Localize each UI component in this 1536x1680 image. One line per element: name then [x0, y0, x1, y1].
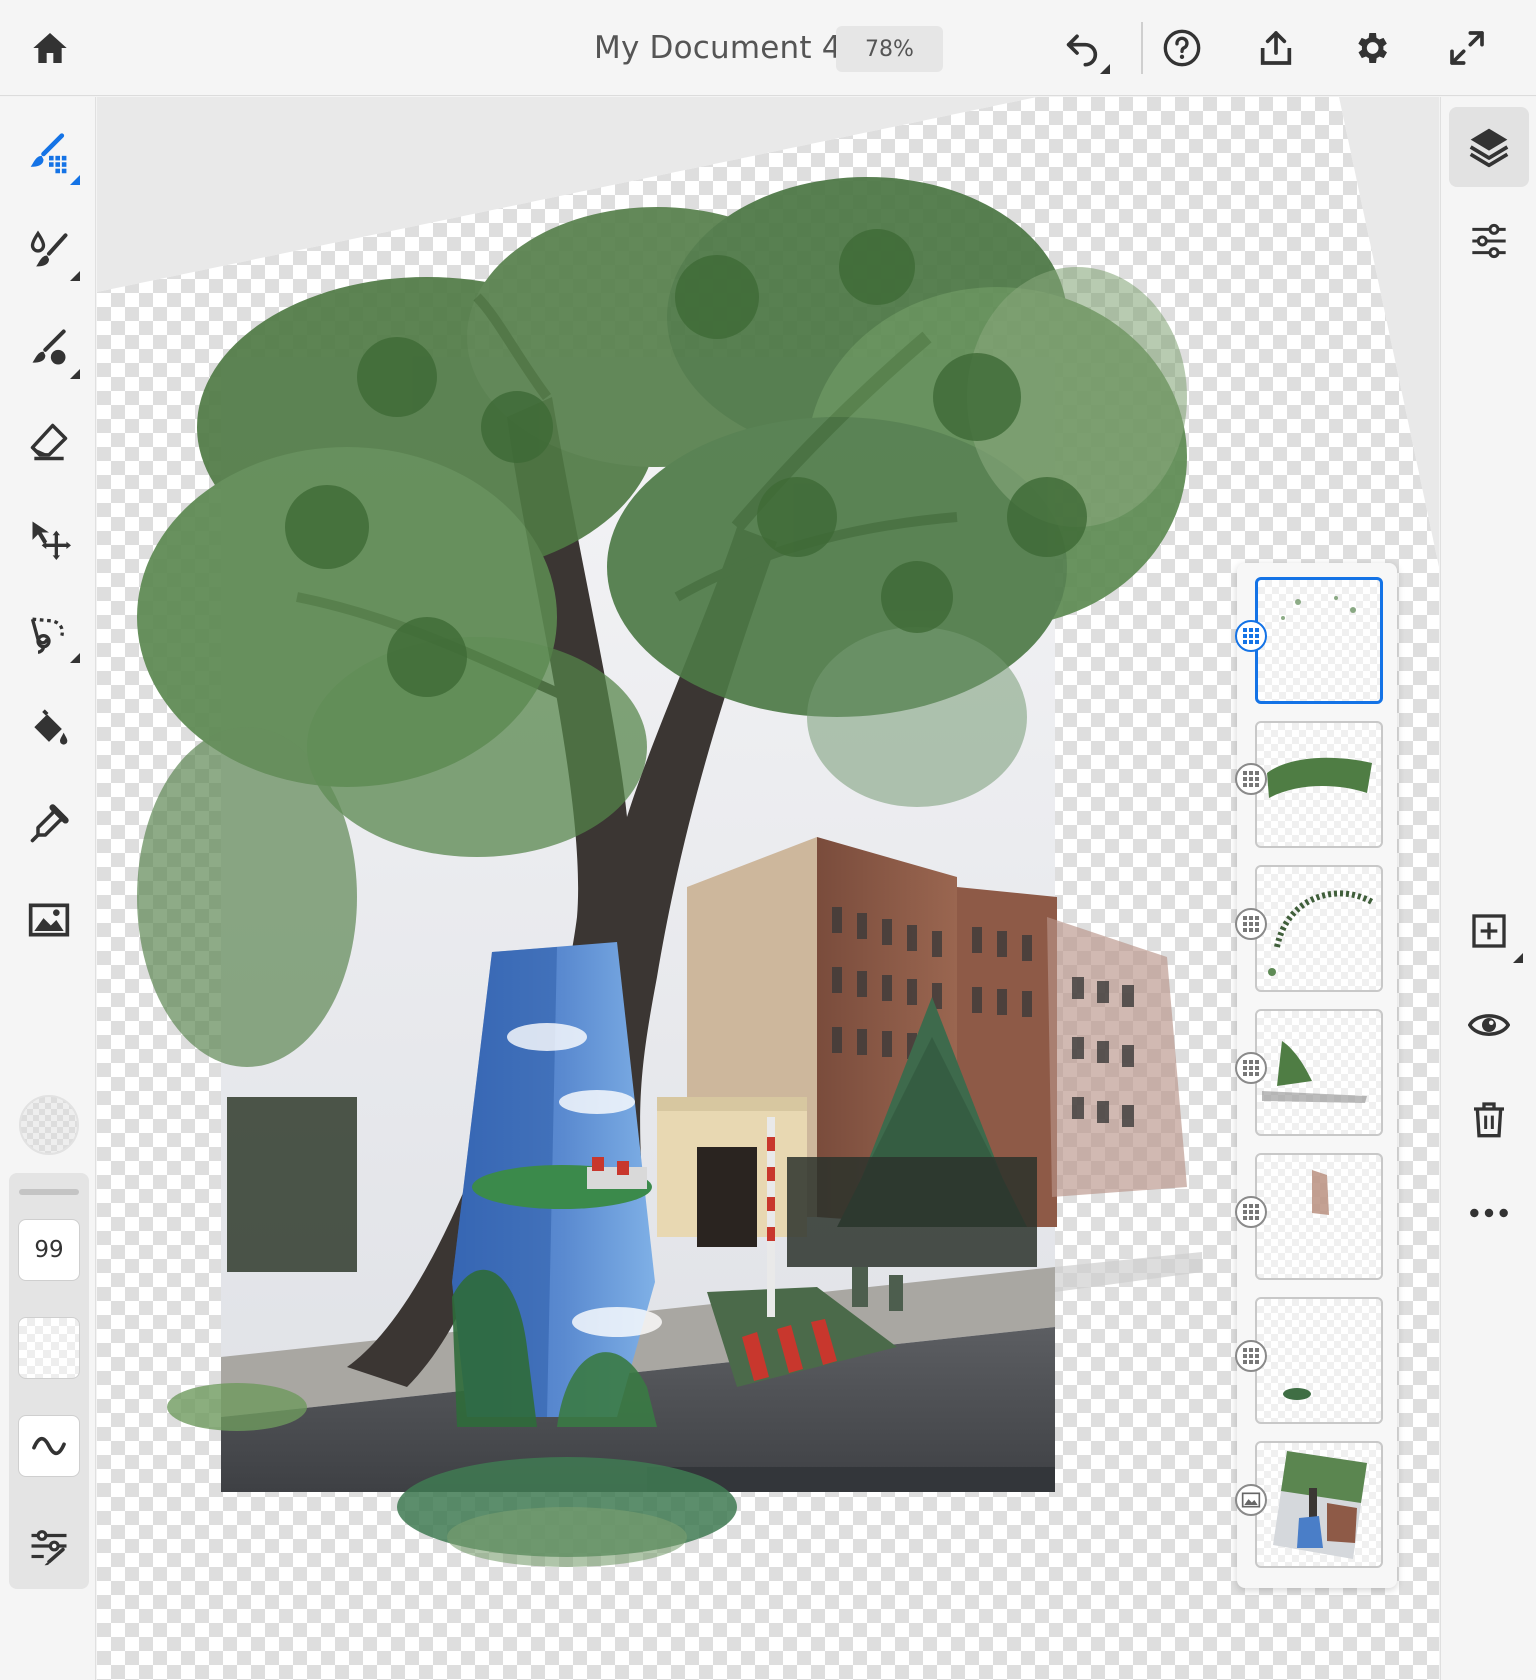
home-icon[interactable] [26, 24, 74, 72]
left-toolbar: 99 [0, 97, 96, 1680]
layer-thumbnail-2[interactable] [1255, 721, 1383, 848]
image-layer-icon [1235, 1484, 1267, 1516]
right-toolbar [1440, 97, 1536, 1680]
eyedropper-icon[interactable] [24, 799, 74, 849]
brush-settings-panel: 99 [9, 1173, 89, 1589]
undo-icon[interactable] [1058, 24, 1110, 74]
help-icon[interactable] [1158, 24, 1206, 72]
layer-thumbnail-3[interactable] [1255, 865, 1383, 992]
color-swatch[interactable] [19, 1095, 79, 1155]
vector-brush-icon[interactable] [24, 323, 80, 379]
pixel-layer-icon [1235, 908, 1267, 940]
fullscreen-icon[interactable] [1443, 24, 1491, 72]
eraser-icon[interactable] [24, 417, 74, 467]
layers-panel [1235, 563, 1397, 1588]
layer-thumbnail-7[interactable] [1255, 1441, 1383, 1568]
document-title[interactable]: My Document 4 [594, 30, 842, 66]
brush-size-value: 99 [34, 1237, 64, 1263]
share-icon[interactable] [1252, 24, 1300, 72]
layer-thumbnail-4[interactable] [1255, 1009, 1383, 1136]
pixel-layer-icon [1235, 763, 1267, 795]
panel-drag-handle[interactable] [19, 1189, 79, 1195]
layers-icon[interactable] [1449, 107, 1529, 187]
layer-thumbnail-1[interactable] [1255, 577, 1383, 704]
add-layer-more-indicator [1513, 953, 1523, 963]
visibility-icon[interactable] [1463, 999, 1515, 1051]
layer-thumbnail-5[interactable] [1255, 1153, 1383, 1280]
opacity-swatch[interactable] [18, 1317, 80, 1379]
layer-properties-icon[interactable] [1463, 215, 1515, 267]
top-bar: My Document 4 78% [0, 0, 1536, 96]
layer-thumbnail-6[interactable] [1255, 1297, 1383, 1424]
fill-icon[interactable] [24, 704, 74, 754]
delete-icon[interactable] [1463, 1093, 1515, 1145]
pixel-layer-icon [1235, 1340, 1267, 1372]
live-brush-icon[interactable] [24, 225, 80, 281]
settings-icon[interactable] [1347, 24, 1395, 72]
pixel-brush-icon[interactable] [24, 129, 80, 185]
smoothing-icon[interactable] [18, 1415, 80, 1477]
more-icon[interactable] [1463, 1187, 1515, 1239]
canvas-area[interactable] [97, 97, 1439, 1680]
pixel-layer-icon [1235, 620, 1267, 652]
pixel-layer-icon [1235, 1196, 1267, 1228]
brush-size-control[interactable]: 99 [18, 1219, 80, 1281]
image-icon[interactable] [24, 895, 74, 945]
toolbar-divider [1141, 22, 1143, 74]
zoom-level[interactable]: 78% [836, 26, 943, 72]
undo-more-indicator [1100, 64, 1110, 74]
brush-settings-icon[interactable] [24, 1521, 74, 1571]
add-layer-icon[interactable] [1463, 905, 1523, 963]
move-icon[interactable] [24, 513, 74, 563]
pixel-layer-icon [1235, 1052, 1267, 1084]
lasso-icon[interactable] [24, 607, 80, 663]
